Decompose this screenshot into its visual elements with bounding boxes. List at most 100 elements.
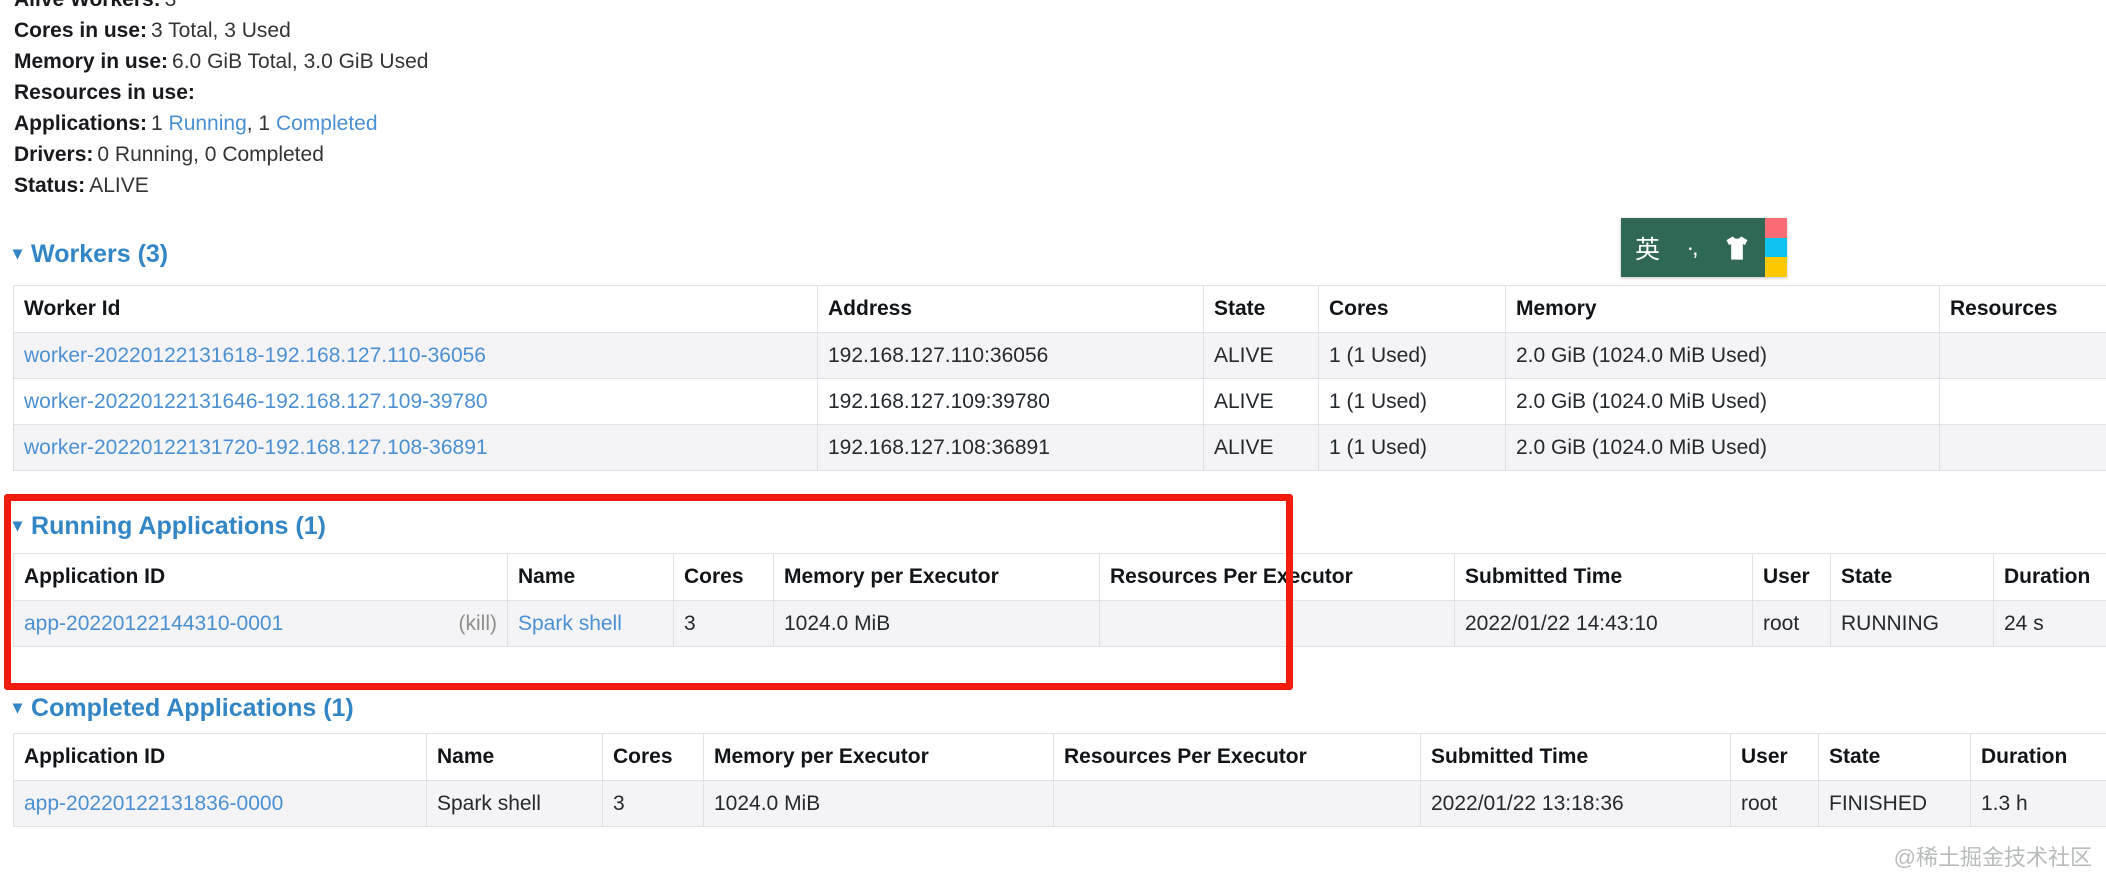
punctuation-glyph: ·,	[1686, 234, 1698, 260]
worker-address-cell: 192.168.127.110:36056	[817, 332, 1204, 379]
completed-applications-table: Application ID Name Cores Memory per Exe…	[13, 733, 2106, 827]
completed-heading-label: Completed Applications (1)	[31, 694, 354, 722]
col-memory: Memory	[1505, 285, 1940, 333]
summary-value: 3 Total, 3 Used	[151, 19, 291, 42]
running-applications-section-heading[interactable]: ▾ Running Applications (1)	[13, 512, 326, 540]
worker-row: worker-20220122131646-192.168.127.109-39…	[13, 378, 2106, 425]
worker-resources-cell	[1939, 378, 2106, 425]
summary-value-mid: , 1	[246, 112, 276, 135]
workers-table: Worker Id Address State Cores Memory Res…	[13, 285, 2106, 471]
app-user-cell: root	[1752, 600, 1831, 647]
app-id-cell: app-20220122131836-0000	[13, 780, 427, 827]
badge-red-square	[1765, 218, 1787, 238]
col-submitted-time: Submitted Time	[1420, 733, 1731, 781]
worker-link[interactable]: worker-20220122131618-192.168.127.110-36…	[24, 344, 486, 367]
worker-address-cell: 192.168.127.108:36891	[817, 424, 1204, 471]
worker-address-cell: 192.168.127.109:39780	[817, 378, 1204, 425]
worker-state-cell: ALIVE	[1203, 424, 1319, 471]
kill-link[interactable]: (kill)	[459, 612, 497, 636]
cluster-summary: Alive Workers: 3 Cores in use:3 Total, 3 …	[14, 0, 428, 201]
running-heading-label: Running Applications (1)	[31, 512, 326, 540]
summary-resources: Resources in use:	[14, 77, 428, 108]
app-submitted-cell: 2022/01/22 14:43:10	[1454, 600, 1753, 647]
completed-header-row: Application ID Name Cores Memory per Exe…	[13, 733, 2106, 781]
worker-cores-cell: 1 (1 Used)	[1318, 424, 1506, 471]
col-name: Name	[507, 553, 674, 601]
col-cores: Cores	[1318, 285, 1506, 333]
translator-extension-badge[interactable]: 英 ·,	[1621, 218, 1787, 278]
app-name-link[interactable]: Spark shell	[518, 612, 622, 635]
workers-heading-label: Workers (3)	[31, 240, 169, 268]
app-cores-cell: 3	[602, 780, 704, 827]
col-resources-per-executor: Resources Per Executor	[1053, 733, 1421, 781]
col-user: User	[1752, 553, 1831, 601]
col-user: User	[1730, 733, 1819, 781]
summary-value: 6.0 GiB Total, 3.0 GiB Used	[172, 50, 429, 73]
worker-id-cell: worker-20220122131720-192.168.127.108-36…	[13, 424, 818, 471]
col-application-id: Application ID	[13, 733, 427, 781]
worker-memory-cell: 2.0 GiB (1024.0 MiB Used)	[1505, 378, 1940, 425]
worker-cores-cell: 1 (1 Used)	[1318, 378, 1506, 425]
col-state: State	[1203, 285, 1319, 333]
summary-value: 0 Running, 0 Completed	[97, 143, 324, 166]
completed-app-row: app-20220122131836-0000 Spark shell 3 10…	[13, 780, 2106, 827]
running-applications-link[interactable]: Running	[169, 112, 247, 135]
summary-value: ALIVE	[89, 174, 149, 197]
worker-id-cell: worker-20220122131646-192.168.127.109-39…	[13, 378, 818, 425]
app-resources-cell	[1099, 600, 1455, 647]
collapse-arrow-icon: ▾	[13, 243, 23, 263]
completed-applications-section-heading[interactable]: ▾ Completed Applications (1)	[13, 694, 354, 722]
worker-cores-cell: 1 (1 Used)	[1318, 332, 1506, 379]
worker-link[interactable]: worker-20220122131646-192.168.127.109-39…	[24, 390, 488, 413]
summary-label: Drivers:	[14, 143, 94, 166]
worker-resources-cell	[1939, 424, 2106, 471]
app-resources-cell	[1053, 780, 1421, 827]
col-application-id: Application ID	[13, 553, 508, 601]
collapse-arrow-icon: ▾	[13, 697, 23, 717]
app-duration-cell: 24 s	[1993, 600, 2106, 647]
col-duration: Duration	[1970, 733, 2106, 781]
summary-status: Status: ALIVE	[14, 170, 428, 201]
completed-applications-link[interactable]: Completed	[276, 112, 378, 135]
summary-label: Resources in use:	[14, 81, 195, 104]
app-memory-cell: 1024.0 MiB	[773, 600, 1100, 647]
translator-badge-body[interactable]: 英 ·,	[1621, 218, 1765, 277]
running-header-row: Application ID Name Cores Memory per Exe…	[13, 553, 2106, 601]
summary-label: Alive Workers:	[14, 0, 161, 11]
col-resources: Resources	[1939, 285, 2106, 333]
summary-value-prefix: 1	[151, 112, 169, 135]
badge-color-strip	[1765, 218, 1787, 278]
summary-applications: Applications: 1 Running, 1 Completed	[14, 108, 428, 139]
summary-drivers: Drivers: 0 Running, 0 Completed	[14, 139, 428, 170]
tshirt-icon	[1723, 235, 1751, 261]
summary-label: Applications:	[14, 112, 148, 135]
running-applications-table: Application ID Name Cores Memory per Exe…	[13, 553, 2106, 647]
app-duration-cell: 1.3 h	[1970, 780, 2106, 827]
app-name-cell: Spark shell	[426, 780, 603, 827]
worker-id-cell: worker-20220122131618-192.168.127.110-36…	[13, 332, 818, 379]
summary-label: Status:	[14, 174, 86, 197]
summary-value: 3	[165, 0, 177, 11]
app-cores-cell: 3	[673, 600, 774, 647]
workers-header-row: Worker Id Address State Cores Memory Res…	[13, 285, 2106, 333]
col-state: State	[1830, 553, 1994, 601]
worker-memory-cell: 2.0 GiB (1024.0 MiB Used)	[1505, 332, 1940, 379]
summary-label: Memory in use:	[14, 50, 169, 73]
col-state: State	[1818, 733, 1971, 781]
summary-memory: Memory in use: 6.0 GiB Total, 3.0 GiB Use…	[14, 46, 428, 77]
completed-app-link[interactable]: app-20220122131836-0000	[24, 792, 283, 815]
summary-cores: Cores in use: 3 Total, 3 Used	[14, 15, 428, 46]
app-user-cell: root	[1730, 780, 1819, 827]
worker-link[interactable]: worker-20220122131720-192.168.127.108-36…	[24, 436, 488, 459]
workers-section-heading[interactable]: ▾ Workers (3)	[13, 240, 169, 268]
col-submitted-time: Submitted Time	[1454, 553, 1753, 601]
col-name: Name	[426, 733, 603, 781]
col-cores: Cores	[602, 733, 704, 781]
app-state-cell: FINISHED	[1818, 780, 1971, 827]
col-memory-per-executor: Memory per Executor	[703, 733, 1054, 781]
running-app-link[interactable]: app-20220122144310-0001	[24, 612, 283, 636]
col-cores: Cores	[673, 553, 774, 601]
worker-resources-cell	[1939, 332, 2106, 379]
app-name-cell: Spark shell	[507, 600, 674, 647]
worker-row: worker-20220122131618-192.168.127.110-36…	[13, 332, 2106, 379]
